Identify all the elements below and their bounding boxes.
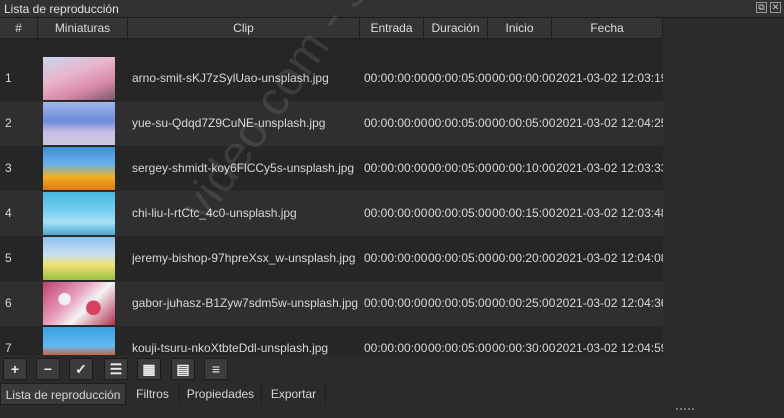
row-number: 5 xyxy=(5,251,12,265)
date: 2021-03-02 12:03:33 xyxy=(556,161,663,175)
in-time: 00:00:00:00 xyxy=(364,251,428,265)
start-time: 00:00:05:00 xyxy=(492,116,556,130)
duration: 00:00:05:00 xyxy=(428,206,492,220)
row-number: 6 xyxy=(5,296,12,310)
header-thumbnails[interactable]: Miniaturas xyxy=(38,18,128,38)
duration: 00:00:05:00 xyxy=(428,341,492,355)
clip-name: gabor-juhasz-B1Zyw7sdm5w-unsplash.jpg xyxy=(132,296,359,310)
header-clip[interactable]: Clip xyxy=(128,18,360,38)
table-row[interactable]: 7 kouji-tsuru-nkoXtbteDdl-unsplash.jpg 0… xyxy=(0,326,663,355)
tab-export[interactable]: Exportar xyxy=(262,383,326,405)
tab-properties[interactable]: Propiedades xyxy=(180,383,262,405)
clip-name: chi-liu-l-rtCtc_4c0-unsplash.jpg xyxy=(132,206,297,220)
header-number[interactable]: # xyxy=(0,18,38,38)
start-time: 00:00:00:00 xyxy=(492,71,556,85)
thumbnail-image xyxy=(43,102,115,145)
table-row[interactable]: 3 sergey-shmidt-koy6FlCCy5s-unsplash.jpg… xyxy=(0,146,663,191)
date: 2021-03-02 12:04:36 xyxy=(556,296,663,310)
clip-name: kouji-tsuru-nkoXtbteDdl-unsplash.jpg xyxy=(132,341,329,355)
menu-button[interactable]: ≡ xyxy=(204,358,228,380)
empty-panel-area xyxy=(663,18,784,355)
thumbnail-image xyxy=(43,57,115,100)
panel-title: Lista de reproducción xyxy=(4,2,119,16)
table-header: # Miniaturas Clip Entrada Duración Inici… xyxy=(0,18,663,39)
close-icon[interactable]: ✕ xyxy=(770,2,781,13)
row-number: 1 xyxy=(5,71,12,85)
tiles-view-button[interactable]: ▦ xyxy=(137,358,161,380)
tab-filters[interactable]: Filtros xyxy=(126,383,180,405)
update-button[interactable]: ✓ xyxy=(69,358,93,380)
thumbnail-image xyxy=(43,192,115,235)
icons-view-button[interactable]: ▤ xyxy=(171,358,195,380)
thumbnail-image xyxy=(43,237,115,280)
date: 2021-03-02 12:03:48 xyxy=(556,206,663,220)
panel-titlebar: Lista de reproducción ⧉ ✕ xyxy=(0,0,784,18)
row-number: 4 xyxy=(5,206,12,220)
date: 2021-03-02 12:03:19 xyxy=(556,71,663,85)
in-time: 00:00:00:00 xyxy=(364,71,428,85)
in-time: 00:00:00:00 xyxy=(364,341,428,355)
date: 2021-03-02 12:04:25 xyxy=(556,116,663,130)
remove-button[interactable]: − xyxy=(36,358,60,380)
in-time: 00:00:00:00 xyxy=(364,116,428,130)
table-row[interactable]: 2 yue-su-Qdqd7Z9CuNE-unsplash.jpg 00:00:… xyxy=(0,101,663,146)
table-row[interactable]: 6 gabor-juhasz-B1Zyw7sdm5w-unsplash.jpg … xyxy=(0,281,663,326)
header-duration[interactable]: Duración xyxy=(424,18,488,38)
duration: 00:00:05:00 xyxy=(428,251,492,265)
header-start[interactable]: Inicio xyxy=(488,18,552,38)
header-date[interactable]: Fecha xyxy=(552,18,663,38)
duration: 00:00:05:00 xyxy=(428,71,492,85)
add-button[interactable]: + xyxy=(3,358,27,380)
duration: 00:00:05:00 xyxy=(428,161,492,175)
thumbnail-image xyxy=(43,282,115,325)
start-time: 00:00:20:00 xyxy=(492,251,556,265)
row-number: 3 xyxy=(5,161,12,175)
thumbnail-image xyxy=(43,147,115,190)
start-time: 00:00:30:00 xyxy=(492,341,556,355)
tab-playlist[interactable]: Lista de reproducción xyxy=(0,383,126,405)
start-time: 00:00:10:00 xyxy=(492,161,556,175)
table-row[interactable]: 4 chi-liu-l-rtCtc_4c0-unsplash.jpg 00:00… xyxy=(0,191,663,236)
duration: 00:00:05:00 xyxy=(428,296,492,310)
playlist-toolbar: + − ✓ ☰ ▦ ▤ ≡ xyxy=(0,356,784,382)
row-number: 7 xyxy=(5,341,12,355)
details-view-button[interactable]: ☰ xyxy=(104,358,128,380)
resize-grip[interactable] xyxy=(676,408,694,413)
clip-name: yue-su-Qdqd7Z9CuNE-unsplash.jpg xyxy=(132,116,326,130)
start-time: 00:00:25:00 xyxy=(492,296,556,310)
table-row[interactable]: 5 jeremy-bishop-97hpreXsx_w-unsplash.jpg… xyxy=(0,236,663,281)
row-number: 2 xyxy=(5,116,12,130)
start-time: 00:00:15:00 xyxy=(492,206,556,220)
clip-name: arno-smit-sKJ7zSylUao-unsplash.jpg xyxy=(132,71,329,85)
date: 2021-03-02 12:04:59 xyxy=(556,341,663,355)
duration: 00:00:05:00 xyxy=(428,116,492,130)
float-icon[interactable]: ⧉ xyxy=(756,2,767,13)
dock-tabs: Lista de reproducción Filtros Propiedade… xyxy=(0,383,784,405)
clip-name: sergey-shmidt-koy6FlCCy5s-unsplash.jpg xyxy=(132,161,355,175)
in-time: 00:00:00:00 xyxy=(364,161,428,175)
clip-name: jeremy-bishop-97hpreXsx_w-unsplash.jpg xyxy=(132,251,356,265)
in-time: 00:00:00:00 xyxy=(364,206,428,220)
date: 2021-03-02 12:04:08 xyxy=(556,251,663,265)
in-time: 00:00:00:00 xyxy=(364,296,428,310)
header-in[interactable]: Entrada xyxy=(360,18,424,38)
thumbnail-image xyxy=(43,327,115,355)
playlist-table[interactable]: # Miniaturas Clip Entrada Duración Inici… xyxy=(0,18,663,355)
table-row[interactable]: 1 arno-smit-sKJ7zSylUao-unsplash.jpg 00:… xyxy=(0,56,663,101)
